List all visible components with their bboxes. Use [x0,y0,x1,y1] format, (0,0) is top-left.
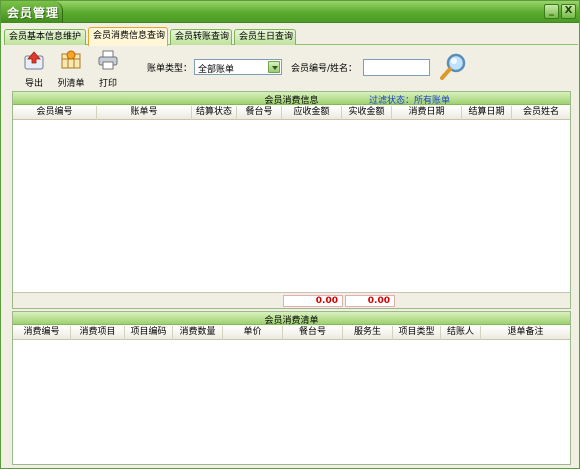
consumption-list-header: 会员消费清单 [13,312,570,326]
toolbar: 导出 列清单 打印 账单类型： 全部账单 会员编号/姓名： [4,46,578,89]
column-header[interactable]: 餐台号 [283,326,343,340]
close-button[interactable]: X [561,4,576,19]
column-header[interactable]: 账单号 [97,106,192,120]
bill-type-value: 全部账单 [198,65,235,75]
bill-type-label: 账单类型： [147,64,193,74]
consumption-info-header: 会员消费信息 过滤状态：所有账单 [13,92,570,106]
member-id-label: 会员编号/姓名： [291,64,358,74]
export-button[interactable]: 导出 [16,50,52,89]
column-header[interactable]: 消费数量 [173,326,223,340]
total-receivable: 0.00 [283,295,343,307]
minimize-button[interactable]: _ [544,4,559,19]
consumption-list-panel: 会员消费清单 消费编号 消费项目 项目编码 消费数量 单价 餐台号 服务生 项目… [12,311,571,465]
tab-member-birthday-query[interactable]: 会员生日查询 [234,29,296,45]
consumption-info-columns: 会员编号 账单号 结算状态 餐台号 应收金额 实收金额 消费日期 结算日期 会员… [13,106,570,120]
search-icon[interactable] [439,52,469,82]
printer-icon [98,50,118,70]
column-header[interactable]: 项目编码 [125,326,173,340]
column-header[interactable]: 消费日期 [392,106,462,120]
print-label: 打印 [98,79,117,89]
column-header[interactable]: 实收金额 [342,106,392,120]
consumption-info-title: 会员消费信息 [264,96,319,106]
consumption-info-panel: 会员消费信息 过滤状态：所有账单 会员编号 账单号 结算状态 餐台号 应收金额 … [12,91,571,309]
column-header[interactable]: 会员姓名 [512,106,570,120]
column-header[interactable]: 结算状态 [192,106,237,120]
column-list-icon [61,50,81,69]
window-title: 会员管理 [7,6,60,20]
column-header[interactable]: 会员编号 [13,106,97,120]
column-header[interactable]: 退单备注 [481,326,570,340]
column-header[interactable]: 消费编号 [13,326,71,340]
column-header[interactable]: 应收金额 [282,106,342,120]
total-received: 0.00 [345,295,395,307]
consumption-list-title: 会员消费清单 [264,316,319,326]
tab-member-transfer-query[interactable]: 会员转账查询 [170,29,232,45]
bill-type-select[interactable]: 全部账单 [194,59,282,75]
print-button[interactable]: 打印 [90,50,126,89]
tab-member-consumption-query[interactable]: 会员消费信息查询 [88,27,168,46]
tab-member-basic-info[interactable]: 会员基本信息维护 [4,29,86,45]
column-header[interactable]: 餐台号 [237,106,282,120]
column-header[interactable]: 单价 [223,326,283,340]
chevron-down-icon[interactable] [268,61,280,73]
title-bar[interactable]: 会员管理 _ X [1,1,579,23]
tab-strip: 会员基本信息维护 会员消费信息查询 会员转账查询 会员生日查询 [4,27,578,46]
export-icon [24,51,44,70]
column-header[interactable]: 结算日期 [462,106,512,120]
column-header[interactable]: 消费项目 [71,326,125,340]
export-label: 导出 [24,79,43,89]
consumption-totals-row: 0.00 0.00 [13,292,570,308]
member-management-window: 会员管理 _ X 会员基本信息维护 会员消费信息查询 会员转账查询 会员生日查询… [0,0,580,469]
column-header[interactable]: 服务生 [343,326,393,340]
column-header[interactable]: 结账人 [441,326,481,340]
consumption-list-columns: 消费编号 消费项目 项目编码 消费数量 单价 餐台号 服务生 项目类型 结账人 … [13,326,570,340]
column-header[interactable]: 项目类型 [393,326,441,340]
member-id-input[interactable] [363,59,430,76]
filter-status: 过滤状态：所有账单 [369,96,451,106]
column-list-button[interactable]: 列清单 [52,50,90,89]
column-list-label: 列清单 [57,79,85,89]
